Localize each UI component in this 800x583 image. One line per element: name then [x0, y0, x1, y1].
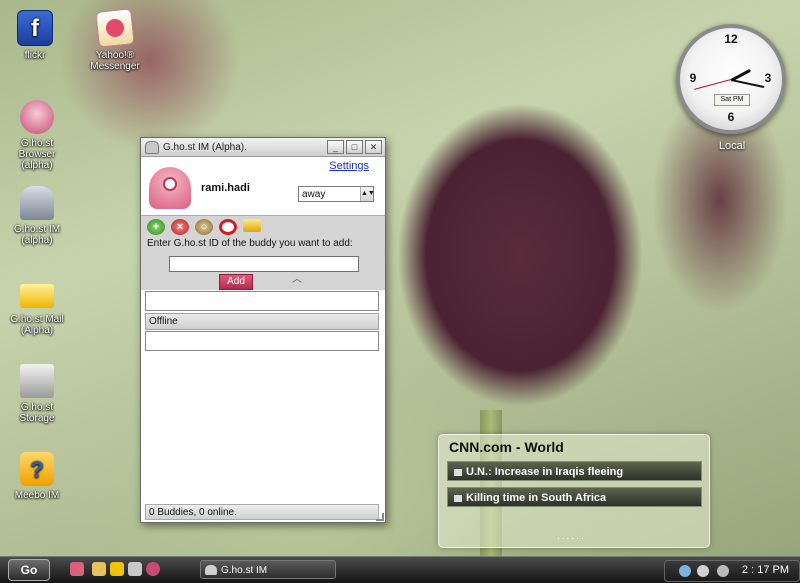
add-buddy-prompt: Enter G.ho.st ID of the buddy you want t… [147, 238, 353, 249]
headline-bullet-icon [454, 468, 462, 476]
clock-numeral-12: 12 [724, 32, 738, 46]
ghost-mail-icon [20, 284, 54, 308]
online-buddies-box [145, 291, 379, 311]
quicklaunch-storage-icon[interactable] [128, 562, 142, 576]
clock-numeral-3: 3 [764, 71, 772, 85]
user-avatar[interactable] [149, 167, 191, 209]
remove-buddy-icon[interactable]: × [171, 219, 189, 235]
ghost-im-task-icon [205, 565, 217, 575]
chevron-updown-icon[interactable]: ▲▼ [360, 187, 375, 201]
add-button[interactable]: Add [219, 274, 253, 290]
headline-item[interactable]: Killing time in South Africa [447, 487, 702, 507]
collapse-chevron-icon[interactable]: ︿ [287, 275, 307, 285]
username: rami.hadi [201, 182, 250, 194]
buddy-count-status: 0 Buddies, 0 online. [145, 504, 379, 520]
desktop-icon-label: Yahoo!® Messenger [90, 50, 140, 72]
close-button[interactable]: ✕ [365, 140, 382, 154]
quicklaunch-folder-icon[interactable] [92, 562, 106, 576]
ghost-browser-icon [20, 100, 54, 134]
block-icon[interactable] [219, 219, 237, 235]
status-value: away [302, 189, 326, 200]
headline-bullet-icon [454, 494, 462, 502]
system-tray: 2 : 17 PM [664, 560, 800, 582]
toolbar: + × ○ [141, 216, 385, 235]
window-titlebar[interactable]: G.ho.st IM (Alpha). _ □ ✕ [141, 138, 385, 157]
ghost-app-icon [145, 140, 159, 154]
meebo-icon: ? [20, 452, 54, 486]
quicklaunch-ghost-icon[interactable] [70, 562, 84, 576]
wireless-icon[interactable] [717, 565, 729, 577]
buddy-id-input[interactable] [169, 256, 359, 272]
start-button[interactable]: Go [8, 559, 50, 581]
clock-gadget[interactable]: 12 3 6 9 Sat PM [676, 24, 786, 134]
add-buddy-panel: + × ○ Enter G.ho.st ID of the buddy you … [141, 215, 385, 290]
headline-text: Killing time in South Africa [466, 492, 607, 504]
search-buddy-icon[interactable]: ○ [195, 219, 213, 235]
ghost-im-window[interactable]: G.ho.st IM (Alpha). _ □ ✕ Settings rami.… [140, 137, 386, 523]
taskbar: Go G.ho.st IM 2 : 17 PM [0, 556, 800, 583]
clock-numeral-9: 9 [689, 71, 697, 85]
settings-link[interactable]: Settings [329, 160, 369, 172]
maximize-button[interactable]: □ [346, 140, 363, 154]
desktop-icon-label: flickr [24, 50, 46, 61]
quicklaunch-mail-icon[interactable] [110, 562, 124, 576]
settings-tray-icon[interactable] [697, 565, 709, 577]
task-label: G.ho.st IM [221, 565, 268, 576]
desktop-icon-yahoo-messenger[interactable]: Yahoo!® Messenger [80, 8, 150, 72]
clock-date: Sat PM [714, 94, 750, 106]
desktop-icon-flickr[interactable]: f flickr [0, 10, 70, 61]
profile-panel: Settings rami.hadi away ▲▼ [141, 157, 385, 215]
ghost-im-icon [20, 186, 54, 220]
offline-buddies-box [145, 331, 379, 351]
cnn-news-gadget[interactable]: CNN.com - World U.N.: Increase in Iraqis… [438, 434, 710, 548]
desktop-icon-label: G.ho.st Browser (alpha) [18, 138, 56, 171]
mail-icon[interactable] [243, 219, 261, 232]
quicklaunch-browser-icon[interactable] [146, 562, 160, 576]
more-headlines-dots[interactable]: ...... [557, 531, 586, 542]
desktop-icon-ghost-browser[interactable]: G.ho.st Browser (alpha) [2, 100, 72, 171]
network-icon[interactable] [679, 565, 691, 577]
desktop-icon-label: G.ho.st Mail (Alpha) [10, 314, 64, 336]
desktop-icon-label: G.ho.st IM (alpha) [13, 224, 61, 246]
buddy-list: Offline [141, 290, 383, 499]
desktop-icon-meebo[interactable]: ? Meebo IM [2, 452, 72, 501]
ghost-storage-icon [20, 364, 54, 398]
minimize-button[interactable]: _ [327, 140, 344, 154]
cnn-gadget-title: CNN.com - World [449, 439, 564, 455]
desktop-icon-label: G.ho.st Storage [19, 402, 55, 424]
desktop-icon-ghost-mail[interactable]: G.ho.st Mail (Alpha) [2, 276, 72, 336]
flickr-icon: f [17, 10, 53, 46]
yahoo-messenger-icon [95, 8, 135, 48]
group-header-offline[interactable]: Offline [145, 313, 379, 330]
headline-item[interactable]: U.N.: Increase in Iraqis fleeing [447, 461, 702, 481]
desktop-icon-ghost-storage[interactable]: G.ho.st Storage [2, 364, 72, 424]
headline-text: U.N.: Increase in Iraqis fleeing [466, 466, 624, 478]
taskbar-item-ghost-im[interactable]: G.ho.st IM [200, 560, 336, 579]
add-buddy-icon[interactable]: + [147, 219, 165, 235]
window-title: G.ho.st IM (Alpha). [163, 141, 247, 153]
taskbar-clock[interactable]: 2 : 17 PM [742, 564, 789, 576]
desktop-icon-ghost-im[interactable]: G.ho.st IM (alpha) [2, 186, 72, 246]
resize-grip[interactable] [376, 513, 384, 521]
desktop-icon-label: Meebo IM [14, 490, 60, 501]
status-dropdown[interactable]: away ▲▼ [298, 186, 375, 202]
clock-label: Local [718, 140, 746, 152]
clock-numeral-6: 6 [727, 110, 735, 124]
